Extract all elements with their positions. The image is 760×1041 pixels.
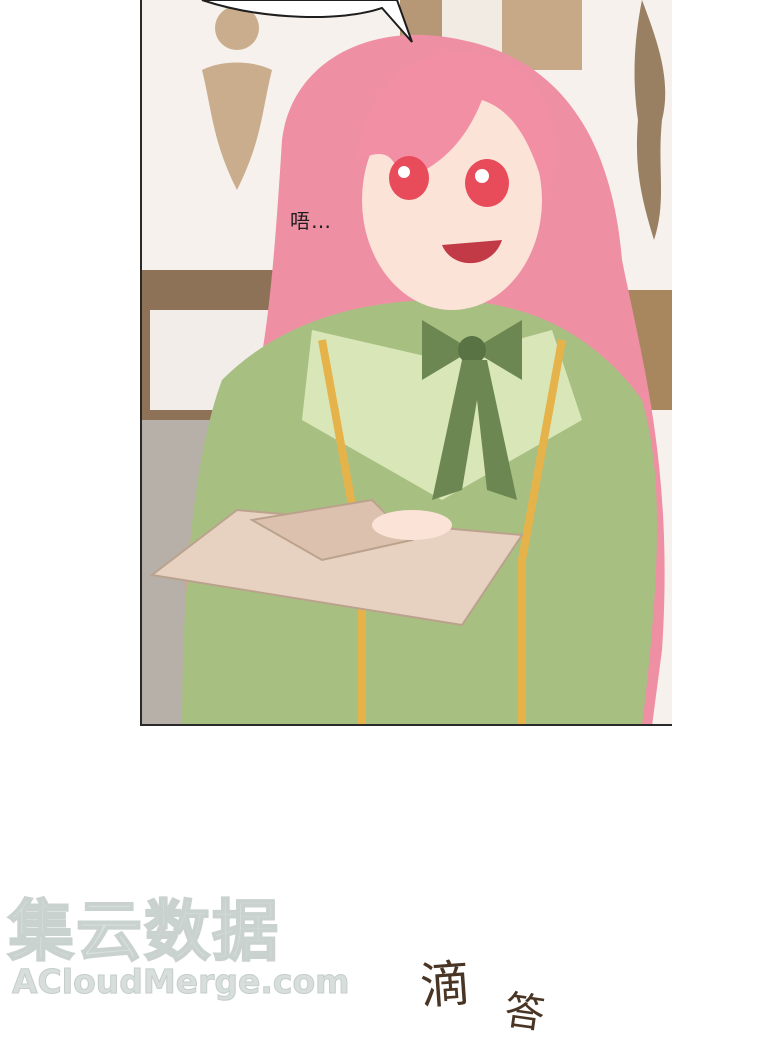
bow-knot bbox=[458, 336, 486, 364]
hand bbox=[372, 510, 452, 540]
watermark: 集云数据 ACloudMerge.com bbox=[7, 878, 378, 1008]
speech-bubble-tail bbox=[201, 0, 413, 43]
panel-illustration bbox=[142, 0, 672, 724]
sound-effect-drip-2: 答 bbox=[501, 987, 548, 1039]
eye-highlight-left bbox=[398, 166, 410, 178]
sound-effect-drip: 滴 bbox=[418, 954, 473, 1016]
mumble-text: 唔… bbox=[290, 209, 332, 233]
eye-highlight-right bbox=[475, 169, 489, 183]
watermark-chinese: 集云数据 bbox=[7, 892, 280, 971]
eye-left bbox=[389, 156, 429, 200]
eye-right bbox=[465, 159, 509, 207]
watermark-english: ACloudMerge.com bbox=[12, 962, 351, 1002]
comic-panel bbox=[140, 0, 672, 726]
